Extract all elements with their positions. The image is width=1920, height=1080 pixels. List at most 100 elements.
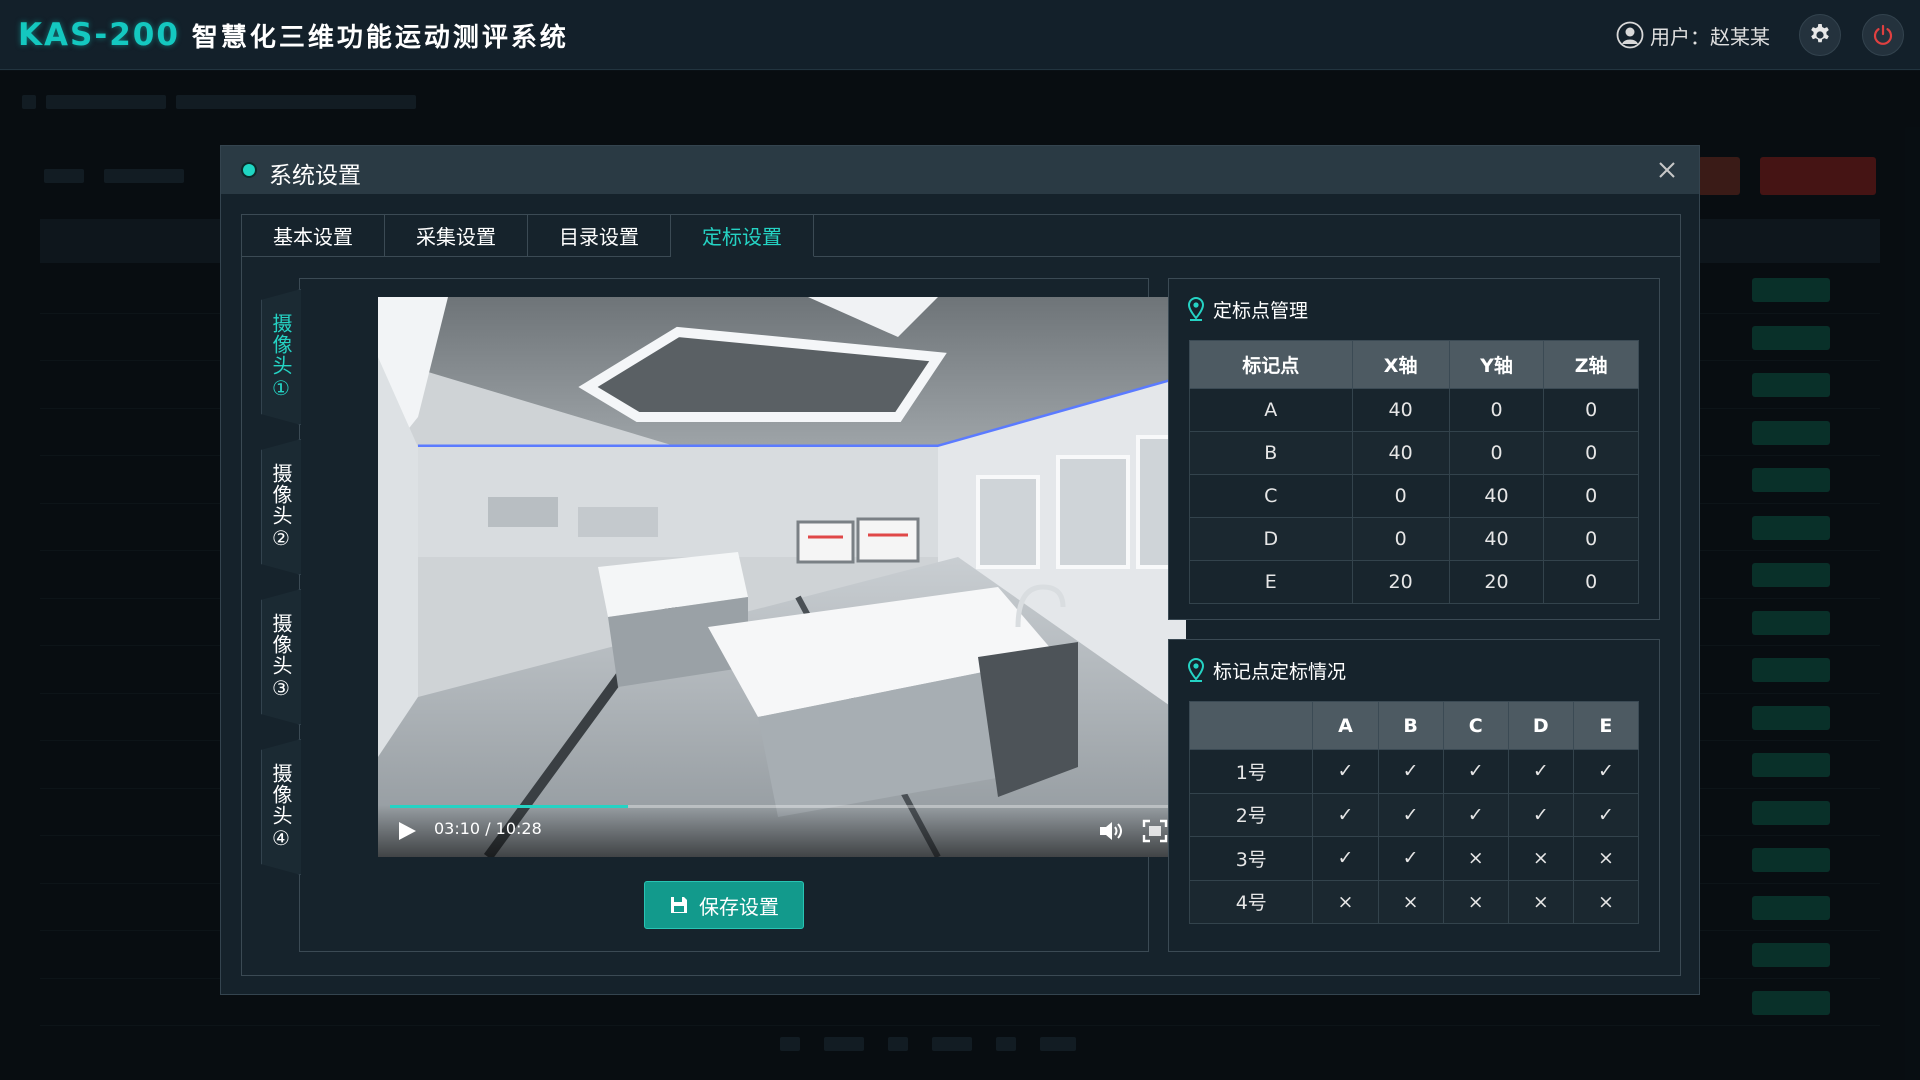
table-cell: 40 [1448,474,1545,518]
map-pin-icon [1187,658,1205,682]
table-row: 1号 ✓ ✓ ✓ ✓ ✓ [1188,749,1640,794]
tab-directory[interactable]: 目录设置 [528,215,671,257]
tabs-divider [814,256,1680,257]
title-dot-icon [243,164,255,176]
settings-button[interactable] [1799,14,1841,56]
status-ok-mark: ✓ [1507,792,1574,837]
table-row: 3号 ✓ ✓ × × × [1188,836,1640,881]
row-label: 1号 [1188,749,1314,794]
column-header: E [1572,701,1640,750]
dialog-title: 系统设置 [269,163,361,189]
column-header: 标记点 [1189,340,1353,389]
brand-logo: KAS-200 [18,17,180,53]
column-header: X轴 [1351,340,1450,389]
status-ok-mark: ✓ [1572,749,1640,794]
table-cell: 0 [1351,474,1450,518]
map-pin-icon [1187,297,1205,321]
status-ok-mark: ✓ [1442,749,1509,794]
play-icon[interactable] [396,819,418,843]
power-button[interactable] [1862,14,1904,56]
video-progress-bar[interactable] [390,805,1174,808]
table-row: 4号 × × × × × [1188,879,1640,924]
column-header [1188,701,1314,750]
status-fail-mark: × [1572,879,1640,924]
status-fail-mark: × [1312,879,1379,924]
fullscreen-icon[interactable] [1142,819,1168,843]
tab-basic[interactable]: 基本设置 [242,215,385,257]
table-cell: 40 [1351,388,1450,432]
save-settings-button[interactable]: 保存设置 [644,881,804,929]
panel-title: 标记点定标情况 [1187,656,1346,684]
row-label: 2号 [1188,792,1314,837]
table-cell: 0 [1543,560,1639,604]
status-ok-mark: ✓ [1507,749,1574,794]
app-title: 智慧化三维功能运动测评系统 [191,22,569,53]
calibration-status-table: A B C D E 1号 ✓ ✓ ✓ ✓ ✓ 2号 ✓ ✓ ✓ ✓ ✓ 3号 ✓… [1188,701,1640,924]
status-fail-mark: × [1572,836,1640,881]
table-row: A 40 0 0 [1189,388,1639,432]
volume-icon[interactable] [1098,819,1124,843]
table-cell: 0 [1448,431,1545,475]
calibration-points-title: 定标点管理 [1213,299,1309,322]
table-cell: 0 [1351,517,1450,561]
table-cell: 0 [1448,388,1545,432]
power-icon [1873,24,1893,45]
status-ok-mark: ✓ [1442,792,1509,837]
table-cell: 40 [1448,517,1545,561]
user-info[interactable]: 用户：赵某某 [1616,18,1770,52]
status-ok-mark: ✓ [1312,792,1379,837]
camera-panel: 摄像头① 摄像头② 摄像头③ 摄像头④ 03:10 / 10:28 保存设置 [261,278,1186,952]
top-app-bar: KAS-200 智慧化三维功能运动测评系统 用户：赵某某 [0,0,1920,70]
table-cell: 20 [1448,560,1545,604]
tab-capture[interactable]: 采集设置 [385,215,528,257]
table-row: C 0 40 0 [1189,474,1639,518]
video-time: 03:10 / 10:28 [434,819,542,838]
table-header-row: A B C D E [1188,701,1640,750]
camera-tab-1[interactable]: 摄像头① [261,289,301,425]
camera-tab-4[interactable]: 摄像头④ [261,739,301,875]
calibration-points-panel: 定标点管理 标记点 X轴 Y轴 Z轴 A 40 0 0 B 40 0 0 C 0… [1168,278,1660,620]
row-label: 4号 [1188,879,1314,924]
close-button[interactable] [1653,156,1681,184]
user-name-label: 用户：赵某某 [1650,24,1770,49]
status-ok-mark: ✓ [1377,749,1444,794]
status-ok-mark: ✓ [1312,836,1379,881]
table-cell: D [1189,517,1353,561]
status-fail-mark: × [1507,879,1574,924]
brand: KAS-200 智慧化三维功能运动测评系统 [18,14,569,56]
table-row: D 0 40 0 [1189,517,1639,561]
camera-tab-label: 摄像头① [269,313,293,401]
close-icon [1659,162,1675,178]
settings-tabs: 基本设置 采集设置 目录设置 定标设置 [242,215,814,257]
user-icon [1616,21,1644,49]
table-cell: B [1189,431,1353,475]
floppy-disk-icon [671,897,687,913]
column-header: Y轴 [1448,340,1545,389]
camera-video-player[interactable]: 03:10 / 10:28 [378,297,1186,857]
save-settings-label: 保存设置 [699,894,779,919]
calibration-status-title: 标记点定标情况 [1213,660,1347,683]
table-cell: 0 [1543,517,1639,561]
table-cell: A [1189,388,1353,432]
table-cell: C [1189,474,1353,518]
table-cell: 0 [1543,431,1639,475]
status-ok-mark: ✓ [1312,749,1379,794]
table-header-row: 标记点 X轴 Y轴 Z轴 [1189,340,1639,389]
column-header: D [1507,701,1574,750]
table-cell: 40 [1351,431,1450,475]
camera-tab-2[interactable]: 摄像头② [261,439,301,575]
video-progress-fill [390,805,628,808]
column-header: Z轴 [1543,340,1639,389]
camera-tab-3[interactable]: 摄像头③ [261,589,301,725]
tab-calibration[interactable]: 定标设置 [671,215,814,257]
table-row: E 20 20 0 [1189,560,1639,604]
status-fail-mark: × [1442,879,1509,924]
status-ok-mark: ✓ [1377,836,1444,881]
table-cell: 0 [1543,388,1639,432]
column-header: B [1377,701,1444,750]
status-fail-mark: × [1442,836,1509,881]
calibration-points-table: 标记点 X轴 Y轴 Z轴 A 40 0 0 B 40 0 0 C 0 40 0 … [1189,340,1639,604]
video-frame-image [378,297,1186,857]
table-row: 2号 ✓ ✓ ✓ ✓ ✓ [1188,792,1640,837]
table-row: B 40 0 0 [1189,431,1639,475]
